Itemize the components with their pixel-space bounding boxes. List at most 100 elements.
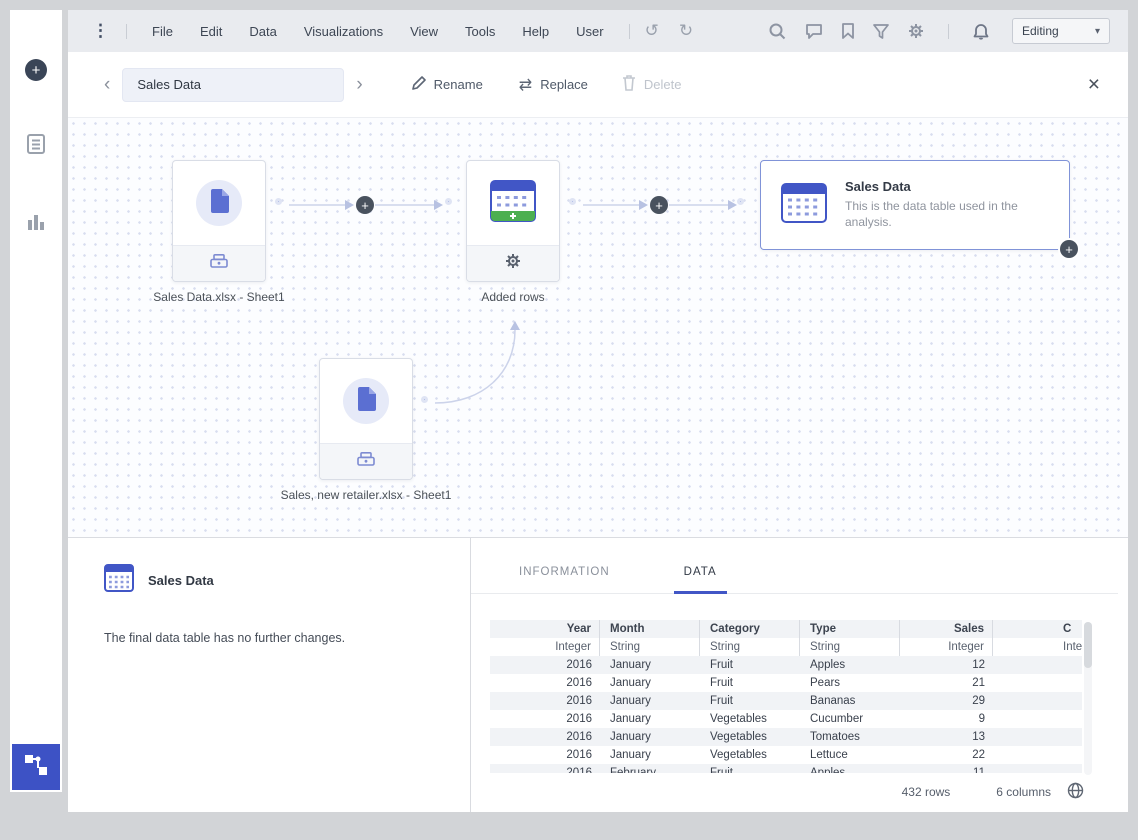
add-transformation-button[interactable]: +: [356, 196, 374, 214]
forward-chevron-button[interactable]: ›: [350, 74, 368, 96]
menu-data[interactable]: Data: [249, 24, 276, 39]
table-cell: Fruit: [700, 764, 800, 773]
menu-tools[interactable]: Tools: [465, 24, 495, 39]
table-cell: Bananas: [800, 692, 900, 710]
table-row[interactable]: 2016JanuaryVegetablesLettuce22: [490, 746, 1082, 764]
final-table-node[interactable]: Sales Data This is the data table used i…: [760, 160, 1070, 250]
table-scrollbar[interactable]: [1084, 622, 1092, 775]
data-in-analysis-button[interactable]: [27, 134, 45, 159]
plus-icon: +: [361, 199, 369, 212]
connector-port: [421, 396, 428, 403]
settings-button[interactable]: [908, 23, 924, 39]
table-cell: 2016: [490, 764, 600, 773]
app-menu-icon[interactable]: ⋮: [92, 21, 109, 41]
table-cell: [993, 656, 1082, 674]
filter-button[interactable]: [873, 24, 889, 39]
back-chevron-button[interactable]: ‹: [98, 74, 116, 96]
redo-button[interactable]: ↻: [679, 21, 693, 41]
table-cell: Lettuce: [800, 746, 900, 764]
table-cell: Vegetables: [700, 728, 800, 746]
table-row[interactable]: 2016JanuaryVegetablesTomatoes13: [490, 728, 1082, 746]
table-row[interactable]: 2016JanuaryVegetablesCucumber9: [490, 710, 1082, 728]
table-cell: Pears: [800, 674, 900, 692]
close-button[interactable]: ×: [1088, 74, 1100, 95]
table-cell: 2016: [490, 728, 600, 746]
tab-data[interactable]: DATA: [684, 566, 717, 593]
gear-icon: [505, 253, 521, 274]
table-cell: 21: [900, 674, 993, 692]
transform-node-footer: [467, 245, 559, 281]
source-name-input[interactable]: [122, 68, 344, 102]
menu-edit[interactable]: Edit: [200, 24, 222, 39]
table-header-types: IntegerStringStringStringIntegerInteg: [490, 638, 1082, 656]
header-cell: Integ: [993, 638, 1082, 656]
plus-icon: +: [1065, 243, 1073, 256]
editing-mode-dropdown[interactable]: Editing ▾: [1012, 18, 1110, 44]
top-toolbar: ⋮ File Edit Data Visualizations View Too…: [68, 10, 1128, 52]
delete-button[interactable]: Delete: [622, 75, 682, 94]
bar-chart-icon: [27, 212, 45, 235]
menu-help[interactable]: Help: [522, 24, 549, 39]
menu-visualizations[interactable]: Visualizations: [304, 24, 383, 39]
data-canvas-button-active[interactable]: [12, 744, 60, 790]
tab-information[interactable]: INFORMATION: [519, 566, 610, 593]
menu-file[interactable]: File: [152, 24, 173, 39]
table-cell: 9: [900, 710, 993, 728]
table-cell: 2016: [490, 692, 600, 710]
table-cell: Fruit: [700, 692, 800, 710]
source-node-sales-data[interactable]: [172, 160, 266, 282]
editing-mode-label: Editing: [1022, 24, 1059, 38]
table-cell: January: [600, 728, 700, 746]
search-button[interactable]: [768, 22, 786, 40]
bookmark-button[interactable]: [842, 23, 854, 39]
connector-port: [275, 198, 282, 205]
header-cell: String: [700, 638, 800, 656]
replace-button[interactable]: ⇄ Replace: [519, 75, 588, 95]
data-list-icon: [27, 134, 45, 159]
connector-port: [569, 198, 576, 205]
table-row[interactable]: 2016JanuaryFruitApples12: [490, 656, 1082, 674]
add-node-button[interactable]: +: [1060, 240, 1078, 258]
add-button[interactable]: +: [25, 59, 47, 81]
scrollbar-thumb[interactable]: [1084, 622, 1092, 668]
details-header: Sales Data: [104, 564, 470, 597]
globe-icon[interactable]: [1067, 782, 1084, 802]
divider: [126, 24, 127, 39]
pencil-icon: [411, 76, 426, 94]
replace-icon: ⇄: [519, 75, 532, 95]
header-cell: Sales: [900, 620, 993, 638]
table-header-names: YearMonthCategoryTypeSalesC: [490, 620, 1082, 638]
source-node-label: Sales, new retailer.xlsx - Sheet1: [246, 488, 486, 502]
table-cell: 11: [900, 764, 993, 773]
menu-bar: File Edit Data Visualizations View Tools…: [152, 24, 604, 39]
table-cell: 22: [900, 746, 993, 764]
rename-button[interactable]: Rename: [411, 76, 483, 94]
details-summary-pane: Sales Data The final data table has no f…: [68, 538, 471, 812]
source-toolbar: ‹ › Rename ⇄ Replace Delete ×: [68, 52, 1128, 118]
table-cell: [993, 674, 1082, 692]
menu-user[interactable]: User: [576, 24, 603, 39]
connector-port: [445, 198, 452, 205]
replace-label: Replace: [540, 77, 588, 92]
menu-view[interactable]: View: [410, 24, 438, 39]
visualizations-button[interactable]: [27, 212, 45, 235]
source-node-footer: [320, 443, 412, 479]
final-node-text: Sales Data This is the data table used i…: [845, 179, 1043, 231]
add-transformation-button[interactable]: +: [650, 196, 668, 214]
table-row[interactable]: 2016FebruaryFruitApples11: [490, 764, 1082, 773]
table-row[interactable]: 2016JanuaryFruitPears21: [490, 674, 1082, 692]
table-footer: 432 rows 6 columns: [471, 782, 1128, 802]
transform-node-label: Added rows: [413, 290, 613, 304]
table-row[interactable]: 2016JanuaryFruitBananas29: [490, 692, 1082, 710]
notifications-button[interactable]: [973, 23, 989, 40]
undo-button[interactable]: ↺: [645, 21, 659, 41]
source-node-new-retailer[interactable]: [319, 358, 413, 480]
table-cell: [993, 764, 1082, 773]
table-cell: Tomatoes: [800, 728, 900, 746]
data-canvas[interactable]: + + Sales: [68, 118, 1128, 537]
details-tabs: INFORMATION DATA: [471, 538, 1118, 594]
comments-button[interactable]: [805, 23, 823, 39]
left-sidebar: +: [10, 10, 62, 792]
transform-node-added-rows[interactable]: [466, 160, 560, 282]
header-cell: Year: [490, 620, 600, 638]
